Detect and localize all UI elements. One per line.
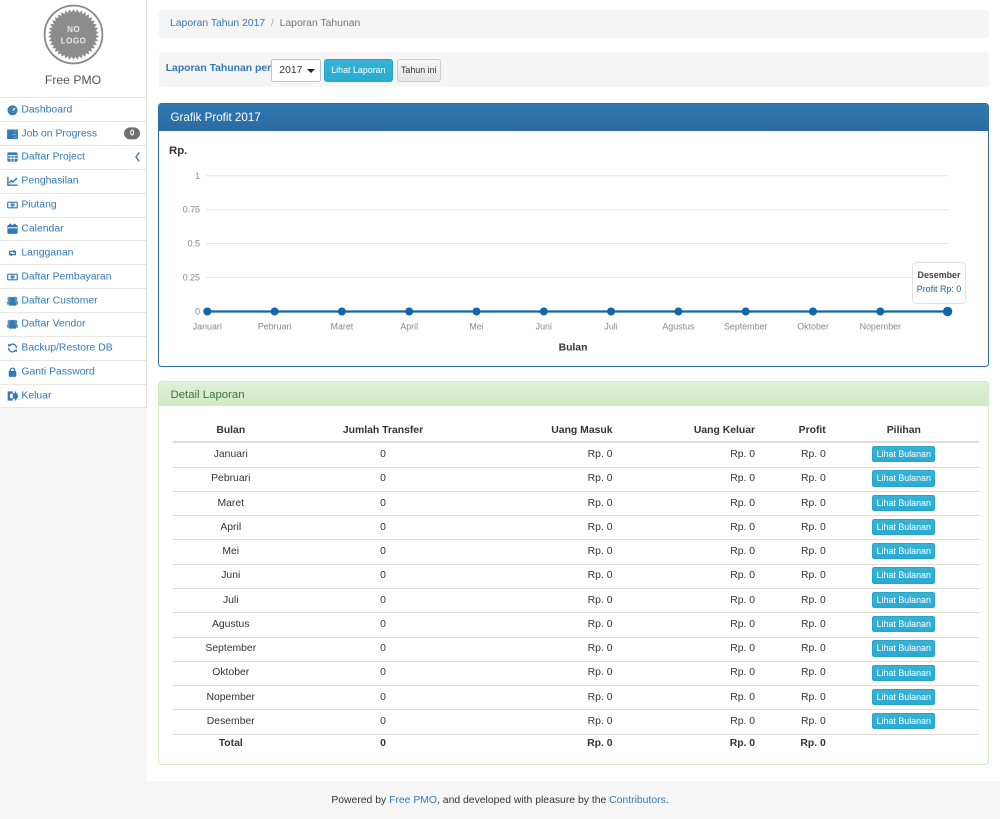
svg-text:Rp.: Rp. bbox=[169, 145, 187, 157]
svg-text:0.75: 0.75 bbox=[183, 205, 200, 215]
svg-text:Nopember: Nopember bbox=[860, 322, 901, 332]
svg-text:Maret: Maret bbox=[331, 322, 354, 332]
svg-text:0.5: 0.5 bbox=[188, 239, 200, 249]
svg-text:April: April bbox=[400, 322, 418, 332]
svg-text:September: September bbox=[724, 322, 767, 332]
svg-text:Agustus: Agustus bbox=[662, 322, 695, 332]
svg-text:0: 0 bbox=[195, 307, 200, 317]
svg-text:Januari: Januari bbox=[193, 322, 222, 332]
svg-text:Mei: Mei bbox=[469, 322, 483, 332]
svg-text:NO: NO bbox=[67, 24, 80, 34]
svg-text:LOGO: LOGO bbox=[61, 36, 87, 46]
svg-text:Juni: Juni bbox=[536, 322, 552, 332]
svg-text:Bulan: Bulan bbox=[559, 343, 588, 354]
svg-text:1: 1 bbox=[195, 171, 200, 181]
svg-text:0.25: 0.25 bbox=[183, 272, 200, 282]
svg-text:Oktober: Oktober bbox=[797, 322, 829, 332]
svg-text:Juli: Juli bbox=[604, 322, 617, 332]
svg-text:Pebruari: Pebruari bbox=[258, 322, 292, 332]
